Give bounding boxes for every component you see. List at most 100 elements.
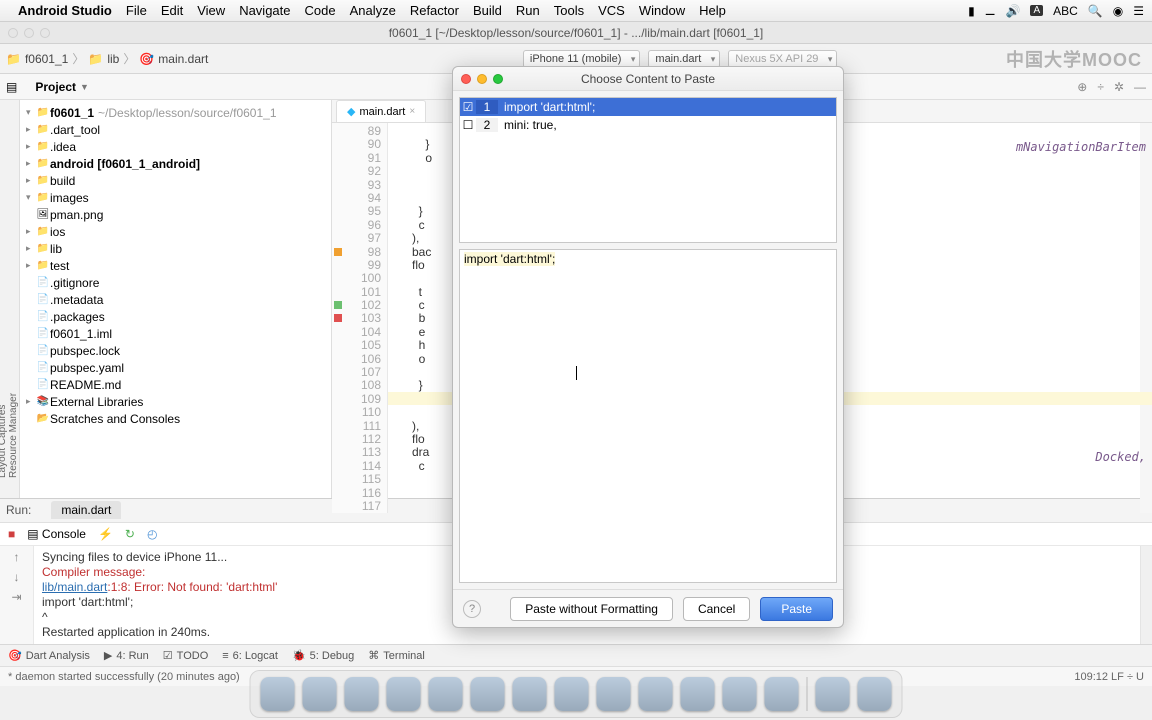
dock-app[interactable] (513, 677, 547, 711)
notification-icon[interactable]: ☰ (1133, 4, 1144, 18)
tree-node[interactable]: ▸📁test (20, 257, 331, 274)
tree-node[interactable]: ▸📚External Libraries (20, 393, 331, 410)
hot-restart-icon[interactable]: ↻ (125, 527, 135, 541)
dock-app[interactable] (303, 677, 337, 711)
project-toggle-icon[interactable]: ▤ (6, 80, 17, 94)
bottom-tab[interactable]: ☑TODO (163, 649, 208, 662)
breadcrumb[interactable]: 📁 f0601_1 〉 📁 lib 〉 🎯 main.dart (6, 50, 208, 67)
up-icon[interactable]: ↑ (14, 550, 20, 564)
clipboard-list[interactable]: ☑1import 'dart:html';☐2mini: true, (459, 97, 837, 243)
dock-app[interactable] (681, 677, 715, 711)
menu-build[interactable]: Build (473, 3, 502, 18)
dock-app[interactable] (723, 677, 757, 711)
project-label[interactable]: Project (35, 80, 76, 94)
menu-code[interactable]: Code (305, 3, 336, 18)
dock-app[interactable] (858, 677, 892, 711)
tree-node[interactable]: 📄.metadata (20, 291, 331, 308)
run-tab[interactable]: main.dart (51, 501, 121, 519)
menu-tools[interactable]: Tools (554, 3, 584, 18)
wrap-icon[interactable]: ⇥ (11, 590, 21, 604)
menu-help[interactable]: Help (699, 3, 726, 18)
siri-icon[interactable]: ◉ (1113, 4, 1123, 18)
menu-vcs[interactable]: VCS (598, 3, 625, 18)
dock-app[interactable] (816, 677, 850, 711)
dock-app[interactable] (387, 677, 421, 711)
dock-app[interactable] (597, 677, 631, 711)
tree-node[interactable]: 🖼pman.png (20, 206, 331, 223)
menu-run[interactable]: Run (516, 3, 540, 18)
tree-node[interactable]: 📂Scratches and Consoles (20, 410, 331, 427)
tree-node[interactable]: 📄pubspec.lock (20, 342, 331, 359)
tree-node[interactable]: 📄pubspec.yaml (20, 359, 331, 376)
menu-window[interactable]: Window (639, 3, 685, 18)
down-icon[interactable]: ↓ (14, 570, 20, 584)
scrollbar[interactable] (1140, 546, 1152, 644)
minimize-icon[interactable] (24, 28, 34, 38)
rail-layout-captures[interactable]: Layout Captures (0, 104, 8, 478)
paste-without-formatting-button[interactable]: Paste without Formatting (510, 597, 673, 621)
clipboard-preview[interactable]: import 'dart:html'; (459, 249, 837, 583)
dialog-zoom-icon[interactable] (493, 74, 503, 84)
target-icon[interactable]: ⊕ (1077, 80, 1087, 94)
dialog-close-icon[interactable] (461, 74, 471, 84)
menu-analyze[interactable]: Analyze (350, 3, 396, 18)
project-tree[interactable]: ▾📁f0601_1~/Desktop/lesson/source/f0601_1… (20, 100, 332, 498)
bottom-tab[interactable]: 🐞5: Debug (292, 649, 354, 662)
menu-navigate[interactable]: Navigate (239, 3, 290, 18)
app-name[interactable]: Android Studio (18, 3, 112, 18)
rerun-icon[interactable]: ■ (8, 527, 15, 541)
tree-node[interactable]: ▸📁lib (20, 240, 331, 257)
tree-node[interactable]: 📄.gitignore (20, 274, 331, 291)
menu-view[interactable]: View (197, 3, 225, 18)
bottom-tab[interactable]: ▶4: Run (104, 649, 149, 662)
console-tab[interactable]: ▤ Console (27, 527, 86, 541)
breadcrumb-lib[interactable]: lib (107, 52, 119, 66)
hide-icon[interactable]: — (1134, 80, 1146, 94)
tree-node[interactable]: ▸📁build (20, 172, 331, 189)
tree-node[interactable]: 📄f0601_1.iml (20, 325, 331, 342)
bottom-tab[interactable]: ≡6: Logcat (222, 650, 278, 662)
dock-app[interactable] (345, 677, 379, 711)
device-selector[interactable]: iPhone 11 (mobile) (523, 50, 641, 68)
tree-node[interactable]: ▸📁.idea (20, 138, 331, 155)
run-config-selector[interactable]: main.dart (648, 50, 720, 68)
bottom-tab[interactable]: 🎯Dart Analysis (8, 649, 90, 662)
close-icon[interactable] (8, 28, 18, 38)
dock-app[interactable] (555, 677, 589, 711)
tree-node[interactable]: ▾📁images (20, 189, 331, 206)
close-tab-icon[interactable]: × (409, 106, 415, 117)
clipboard-item[interactable]: ☐2mini: true, (460, 116, 836, 134)
tree-node[interactable]: 📄.packages (20, 308, 331, 325)
bottom-tab[interactable]: ⌘Terminal (368, 649, 425, 662)
tree-node[interactable]: ▸📁.dart_tool (20, 121, 331, 138)
rail-resource-manager[interactable]: Resource Manager (8, 104, 19, 478)
gear-icon[interactable]: ✲ (1114, 80, 1124, 94)
chevron-down-icon[interactable]: ▼ (80, 82, 89, 92)
tree-node[interactable]: ▸📁ios (20, 223, 331, 240)
hot-reload-icon[interactable]: ⚡ (98, 527, 113, 541)
spotlight-icon[interactable]: 🔍 (1088, 4, 1103, 18)
tree-node[interactable]: ▸📁android [f0601_1_android] (20, 155, 331, 172)
dock-app[interactable] (429, 677, 463, 711)
open-devtools-icon[interactable]: ◴ (147, 527, 157, 541)
cancel-button[interactable]: Cancel (683, 597, 750, 621)
menu-edit[interactable]: Edit (161, 3, 183, 18)
editor-tab-main[interactable]: ◆ main.dart × (336, 100, 426, 122)
ime-label[interactable]: ABC (1053, 4, 1078, 18)
dock-app[interactable] (261, 677, 295, 711)
collapse-icon[interactable]: ÷ (1097, 80, 1104, 94)
input-source[interactable]: A (1030, 5, 1043, 16)
tree-node[interactable]: ▾📁f0601_1~/Desktop/lesson/source/f0601_1 (20, 104, 331, 121)
paste-button[interactable]: Paste (760, 597, 833, 621)
menu-file[interactable]: File (126, 3, 147, 18)
avd-selector[interactable]: Nexus 5X API 29 (728, 50, 837, 68)
breadcrumb-file[interactable]: main.dart (158, 52, 208, 66)
zoom-icon[interactable] (40, 28, 50, 38)
dock-app[interactable] (471, 677, 505, 711)
clipboard-item[interactable]: ☑1import 'dart:html'; (460, 98, 836, 116)
breadcrumb-root[interactable]: f0601_1 (25, 52, 68, 66)
tree-node[interactable]: 📄README.md (20, 376, 331, 393)
dialog-minimize-icon[interactable] (477, 74, 487, 84)
help-icon[interactable]: ? (463, 600, 481, 618)
dock-app[interactable] (765, 677, 799, 711)
